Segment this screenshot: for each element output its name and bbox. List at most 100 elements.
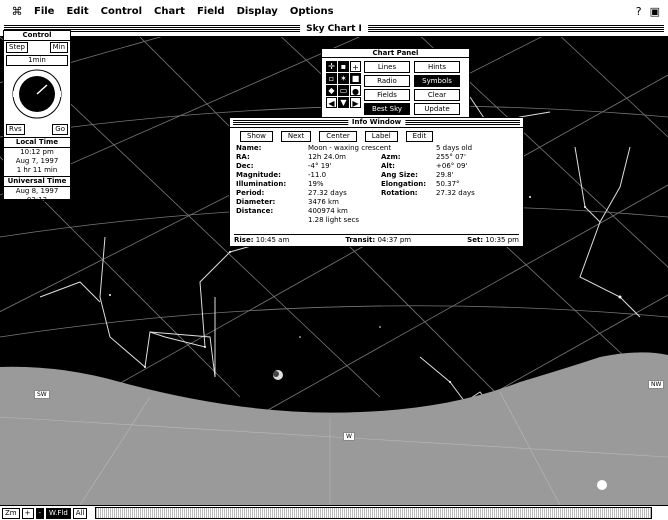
minus-icon[interactable]: -	[35, 507, 45, 519]
menu-edit[interactable]: Edit	[66, 6, 88, 17]
elongation-label: Elongation:	[381, 180, 427, 188]
local-time[interactable]: 10:12 pm	[4, 148, 70, 157]
magnitude-value: -11.0	[308, 171, 327, 179]
right-arrow-icon[interactable]: ▶	[350, 97, 361, 108]
name-label: Name:	[236, 144, 262, 152]
show-button[interactable]: Show	[240, 131, 273, 142]
sun-icon[interactable]	[597, 480, 607, 490]
alt-label: Alt:	[381, 162, 395, 170]
go-button[interactable]: Go	[52, 124, 68, 135]
apple-menu-icon[interactable]: ⌘	[6, 5, 28, 18]
edit-button[interactable]: Edit	[405, 131, 434, 142]
help-icon[interactable]: ?	[636, 5, 642, 18]
info-window: Info Window Show Next Center Label Edit …	[229, 117, 524, 247]
local-date[interactable]: Aug 7, 1997	[4, 157, 70, 166]
center-button[interactable]: Center	[319, 131, 357, 142]
dec-value: -4° 19'	[308, 162, 332, 170]
period-label: Period:	[236, 189, 265, 197]
info-window-title: Info Window	[347, 118, 406, 127]
menu-file[interactable]: File	[34, 6, 54, 17]
set-value: 10:35 pm	[485, 236, 519, 244]
ang-size-label: Ang Size:	[381, 171, 418, 179]
distance-label: Distance:	[236, 207, 274, 215]
elongation-value: 50.37°	[436, 180, 460, 188]
location-offset: 1 hr 11 min	[16, 166, 58, 174]
ut-time: 03:12	[26, 196, 48, 204]
azm-label: Azm:	[381, 153, 401, 161]
zoom-icon[interactable]: Zm	[2, 507, 20, 519]
ra-label: RA:	[236, 153, 250, 161]
lines-button[interactable]: Lines	[364, 61, 410, 73]
left-arrow-icon[interactable]: ◀	[326, 97, 337, 108]
clear-button[interactable]: Clear	[414, 89, 460, 101]
step-button[interactable]: Step	[6, 42, 28, 53]
transit-label: Transit:	[345, 236, 376, 244]
menu-options[interactable]: Options	[290, 6, 334, 17]
pointer-tool-icon[interactable]: ✛	[326, 61, 337, 72]
age-value: 5 days old	[436, 144, 473, 152]
magnitude-label: Magnitude:	[236, 171, 281, 179]
dec-label: Dec:	[236, 162, 254, 170]
rise-transit-set: Rise: 10:45 am Transit: 04:37 pm Set: 10…	[234, 234, 519, 244]
time-dial-icon[interactable]	[7, 67, 67, 121]
distance-light-value: 1.28 light secs	[308, 216, 359, 224]
horizon-label-nw: NW	[648, 380, 665, 389]
tool-grid: ✛ ▪ + ▫ ✶ ■ ◆ ▭ ● ◀ ▼ ▶	[326, 61, 361, 108]
period-value: 27.32 days	[308, 189, 347, 197]
rise-value: 10:45 am	[255, 236, 290, 244]
symbols-button[interactable]: Symbols	[414, 75, 460, 87]
control-panel-title[interactable]: Control	[4, 31, 70, 41]
horizontal-scrollbar[interactable]	[95, 507, 652, 519]
alt-value: +06° 09'	[436, 162, 468, 170]
down-arrow-icon[interactable]: ▼	[338, 97, 349, 108]
window-title: Sky Chart I	[300, 22, 368, 36]
application-icon[interactable]: ▣	[650, 5, 660, 18]
azm-value: 255° 07'	[436, 153, 466, 161]
menu-display[interactable]: Display	[237, 6, 278, 17]
reverse-button[interactable]: Rvs	[6, 124, 25, 135]
ra-value: 12h 24.0m	[308, 153, 346, 161]
zoom-tool-icon[interactable]: ▪	[338, 61, 349, 72]
info-window-title-bar[interactable]: Info Window	[230, 118, 523, 128]
distance-value: 400974 km	[308, 207, 348, 215]
select-tool-icon[interactable]: +	[350, 61, 361, 72]
horizon-label-w: W	[343, 432, 355, 441]
plus-icon[interactable]: +	[21, 507, 34, 519]
field-tool-icon[interactable]: ▭	[338, 85, 349, 96]
grab-tool-icon[interactable]: ▫	[326, 73, 337, 84]
illumination-value: 19%	[308, 180, 324, 188]
menu-field[interactable]: Field	[197, 6, 225, 17]
rotation-value: 27.32 days	[436, 189, 475, 197]
universal-time-label: Universal Time	[4, 176, 70, 187]
horizon-ground	[0, 352, 668, 505]
diameter-value: 3476 km	[308, 198, 339, 206]
all-icon[interactable]: All	[72, 507, 88, 519]
ut-date: Aug 8, 1997	[15, 187, 59, 195]
hints-button[interactable]: Hints	[414, 61, 460, 73]
menu-chart[interactable]: Chart	[154, 6, 185, 17]
fields-button[interactable]: Fields	[364, 89, 410, 101]
diameter-label: Diameter:	[236, 198, 276, 206]
menu-control[interactable]: Control	[101, 6, 142, 17]
set-label: Set:	[467, 236, 484, 244]
chart-panel-title[interactable]: Chart Panel	[322, 49, 469, 58]
chart-panel: Chart Panel ✛ ▪ + ▫ ✶ ■ ◆ ▭ ● ◀ ▼ ▶ Line…	[321, 48, 470, 118]
field-icon[interactable]: W.Fld	[46, 507, 71, 519]
step-unit-select[interactable]: Min	[49, 42, 68, 53]
update-button[interactable]: Update	[414, 103, 460, 115]
label-button[interactable]: Label	[364, 131, 398, 142]
name-value: Moon - waxing crescent	[308, 144, 392, 152]
radio-button[interactable]: Radio	[364, 75, 410, 87]
next-button[interactable]: Next	[280, 131, 312, 142]
menu-bar: ⌘ File Edit Control Chart Field Display …	[0, 0, 668, 23]
rotation-label: Rotation:	[381, 189, 418, 197]
star-tool-icon[interactable]: ✶	[338, 73, 349, 84]
speed-select[interactable]: 1min	[6, 55, 68, 66]
text-tool-icon[interactable]: ■	[350, 73, 361, 84]
moon-shadow	[273, 371, 279, 377]
ruler-tool-icon[interactable]: ●	[350, 85, 361, 96]
best-sky-button[interactable]: Best Sky	[364, 103, 410, 115]
window-title-bar[interactable]: Sky Chart I	[0, 22, 668, 37]
find-tool-icon[interactable]: ◆	[326, 85, 337, 96]
bottom-toolbar: Zm + - W.Fld All	[0, 505, 668, 520]
